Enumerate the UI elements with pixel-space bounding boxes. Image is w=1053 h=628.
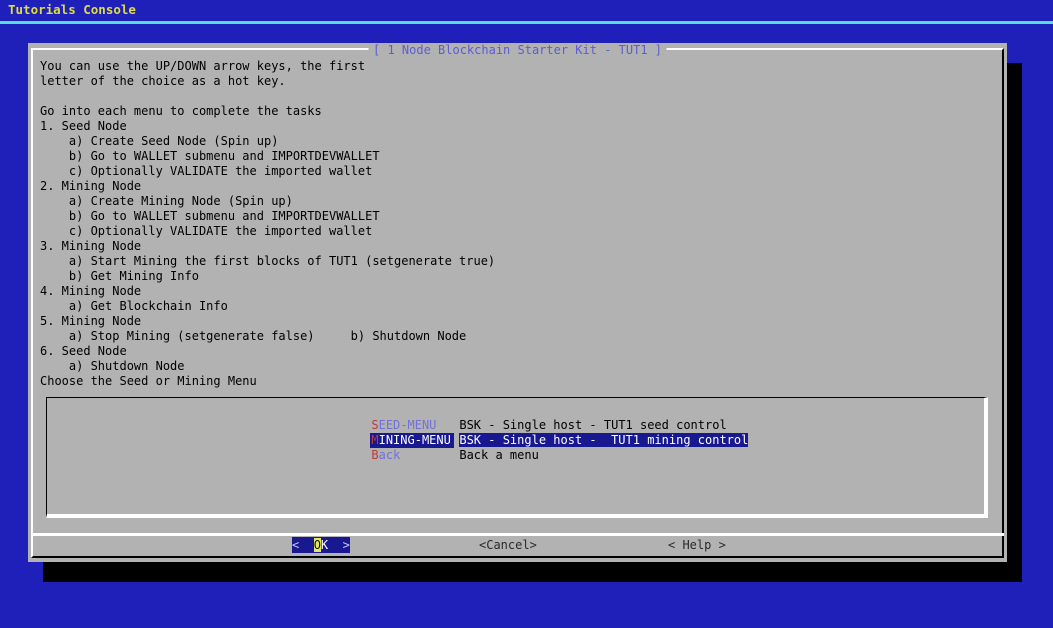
dialog-window: [ 1 Node Blockchain Starter Kit - TUT1 ]… xyxy=(28,43,1007,562)
ok-bracket-right: > xyxy=(328,538,350,552)
menu-description: Back a menu xyxy=(459,448,538,462)
dialog-message: You can use the UP/DOWN arrow keys, the … xyxy=(40,59,495,389)
backtitle: Tutorials Console xyxy=(8,2,136,18)
menu-hotkey: M xyxy=(371,433,378,447)
menu-hotkey: B xyxy=(371,448,378,462)
dialog-title: [ 1 Node Blockchain Starter Kit - TUT1 ] xyxy=(368,43,667,57)
menu-tag: MINING-MENU xyxy=(370,433,454,448)
menu-description: BSK - Single host - TUT1 seed control xyxy=(459,418,726,432)
ok-button[interactable]: < OK > xyxy=(292,537,350,553)
ok-hotkey: O xyxy=(314,538,321,552)
menu-description: BSK - Single host - TUT1 mining control xyxy=(459,433,748,447)
menu-tag: SEED-MENU xyxy=(370,418,454,433)
menu-tag-rest: EED-MENU xyxy=(379,418,437,432)
button-bar: < OK > <Cancel> < Help > xyxy=(28,536,1007,560)
menu-list: SEED-MENU BSK - Single host - TUT1 seed c… xyxy=(46,397,988,518)
help-button[interactable]: < Help > xyxy=(668,537,726,553)
divider-line xyxy=(0,21,1053,24)
menu-tag-rest: ack xyxy=(379,448,401,462)
cancel-button[interactable]: <Cancel> xyxy=(479,537,537,553)
menu-item-seed-menu[interactable]: SEED-MENUBSK - Single host - TUT1 seed c… xyxy=(327,403,984,418)
menu-tag: Back xyxy=(370,448,454,463)
ok-bracket-left: < xyxy=(292,538,314,552)
menu-tag-rest: INING-MENU xyxy=(379,433,451,447)
menu-hotkey: S xyxy=(371,418,378,432)
